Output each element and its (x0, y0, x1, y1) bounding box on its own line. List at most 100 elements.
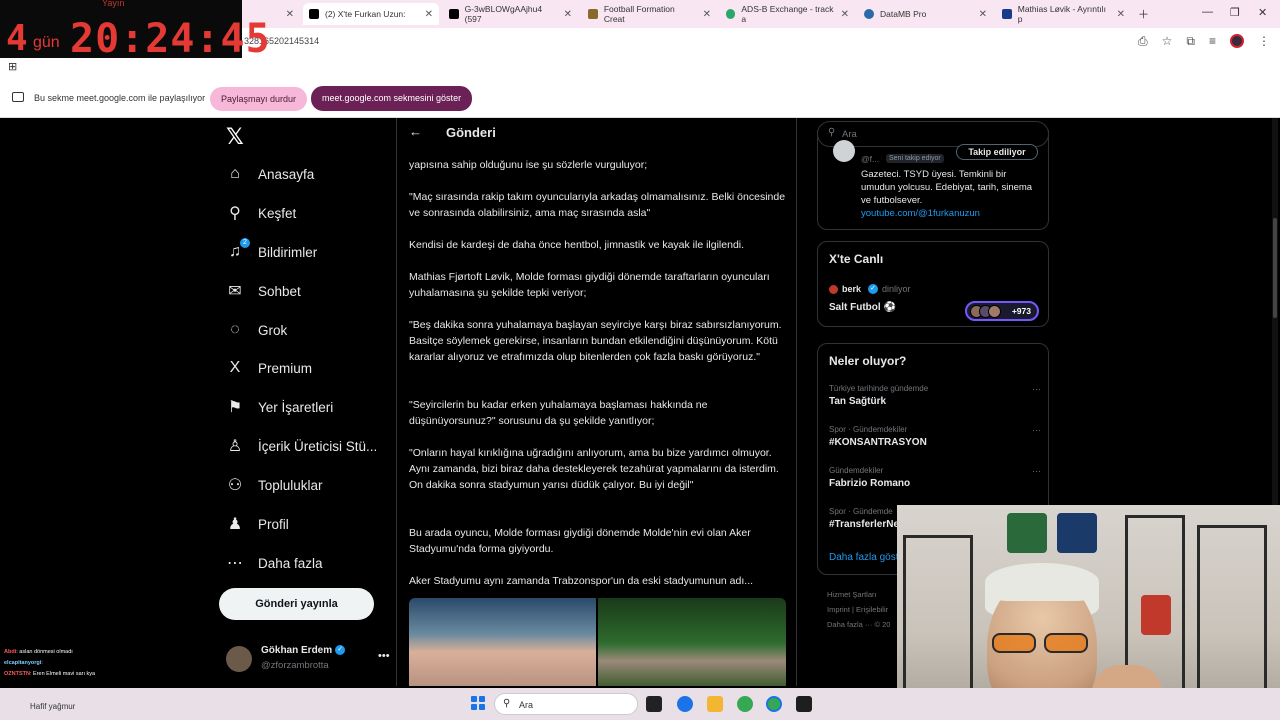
tab-label: G-3wBLOWgAAjhu4 (597 (464, 4, 543, 24)
nav-creator-studio[interactable]: ♙ İçerik Üreticisi Stü... (226, 431, 377, 461)
bookmark-star-icon[interactable]: ☆ (1162, 34, 1173, 49)
close-icon[interactable]: ✕ (703, 9, 711, 20)
post-button[interactable]: Gönderi yayınla (219, 588, 374, 620)
trend-item[interactable]: Spor · Gündemdekiler #KONSANTRASYON ··· (829, 425, 1041, 448)
framed-jersey (1057, 513, 1097, 553)
post-image[interactable] (598, 598, 786, 686)
footer-link[interactable]: Hizmet Şartları (827, 590, 877, 599)
trend-item[interactable]: Gündemdekiler Fabrizio Romano ··· (829, 466, 1041, 489)
windows-start-icon[interactable] (471, 696, 485, 710)
taskbar-search-input[interactable]: ⚲ Ara (494, 693, 638, 715)
new-tab-icon[interactable]: ＋ (1138, 6, 1149, 22)
post-paragraph: "Maç sırasında rakip takım oyuncularıyla… (409, 191, 786, 219)
tab-image[interactable]: G-3wBLOWgAAjhu4 (597 ✕ (443, 3, 578, 25)
tab-football-formation[interactable]: Football Formation Creat ✕ (582, 3, 717, 25)
chrome-icon[interactable] (737, 696, 753, 712)
nav-label: Grok (258, 322, 288, 338)
chrome-active-icon[interactable] (766, 696, 782, 712)
nav-explore[interactable]: ⚲ Keşfet (226, 198, 296, 228)
grok-icon: ◌ (230, 321, 240, 338)
minimize-icon[interactable]: — (1202, 6, 1213, 18)
extensions-icon[interactable]: ⧉ (1186, 34, 1195, 49)
nav-profile[interactable]: ♟ Profil (226, 509, 289, 539)
windows-taskbar: Hafif yağmur ⚲ Ara (0, 688, 1280, 720)
tab-datamb[interactable]: DataMB Pro ✕ (858, 3, 993, 25)
stop-sharing-button[interactable]: Paylaşmayı durdur (210, 87, 308, 111)
close-icon[interactable]: ✕ (1117, 9, 1125, 20)
nav-notifications[interactable]: ♫ 2 Bildirimler (226, 237, 317, 267)
apps-grid-icon[interactable]: ⊞ (8, 60, 17, 73)
post-image[interactable] (409, 598, 596, 686)
close-icon[interactable]: ✕ (979, 9, 987, 20)
more-horizontal-icon[interactable]: ··· (1032, 425, 1041, 435)
maximize-icon[interactable]: ❐ (1230, 6, 1240, 19)
more-horizontal-icon[interactable]: ••• (378, 650, 390, 662)
footer-link[interactable]: Daha fazla ··· © 20 (827, 620, 890, 629)
trend-name: #KONSANTRASYON (829, 437, 927, 448)
scrollbar-thumb[interactable] (1273, 218, 1277, 318)
nav-premium[interactable]: X Premium (226, 353, 312, 383)
nav-more[interactable]: ⋯ Daha fazla (226, 548, 323, 578)
footer-link[interactable]: Imprint | Erişilebilir (827, 605, 888, 614)
profile-link[interactable]: youtube.com/@1furkanuzun (861, 208, 980, 219)
window-close-icon[interactable]: ✕ (1258, 6, 1267, 19)
edge-icon[interactable] (677, 696, 693, 712)
nav-label: Premium (258, 360, 313, 376)
menu-kebab-icon[interactable]: ⋮ (1258, 34, 1270, 49)
close-icon[interactable]: ✕ (841, 9, 849, 20)
space-listeners-pill[interactable]: +973 (965, 301, 1039, 321)
x-logo-icon[interactable]: 𝕏 (226, 124, 244, 150)
timer-days-label: gün (33, 34, 60, 51)
profile-handle: @f... (861, 154, 880, 164)
show-more-link[interactable]: Daha fazla göst (829, 552, 899, 563)
trend-name: Tan Sağtürk (829, 396, 887, 407)
more-horizontal-icon[interactable]: ··· (1032, 384, 1041, 394)
nav-grok[interactable]: ◌ Grok (226, 315, 287, 345)
space-title[interactable]: Salt Futbol ⚽ (829, 302, 896, 313)
tab-mathias-lovik[interactable]: Mathias Løvik - Ayrıntılı p ✕ (996, 3, 1131, 25)
account-handle: @zforzambrotta (261, 660, 329, 671)
profile-avatar[interactable] (1230, 34, 1244, 48)
media-icon[interactable]: ≡ (1209, 34, 1216, 49)
tab-x-post[interactable]: (2) X'te Furkan Uzun: ✕ (303, 3, 439, 25)
more-horizontal-icon[interactable]: ··· (1032, 466, 1041, 476)
close-icon[interactable]: ✕ (564, 9, 572, 20)
live-title: X'te Canlı (829, 252, 884, 266)
profile-bio: Gazeteci. TSYD üyesi. Temkinli bir umudu… (861, 169, 1033, 219)
creator-icon: ♙ (227, 438, 243, 455)
bookmark-icon: ⚑ (227, 399, 243, 416)
shelf (903, 535, 973, 705)
trend-item[interactable]: Türkiye tarihinde gündemde Tan Sağtürk ·… (829, 384, 1041, 407)
profile-hover-card: @f... Seni takip ediyor Takip ediliyor G… (817, 130, 1049, 230)
back-arrow-icon[interactable]: ← (409, 124, 422, 139)
nav-home[interactable]: ⌂ Anasayfa (226, 159, 314, 189)
screen-share-icon (12, 92, 24, 102)
show-meet-tab-button[interactable]: meet.google.com sekmesini göster (311, 86, 473, 111)
nav-label: Profil (258, 516, 289, 532)
address-toolbar: ⎙ ☆ ⧉ ≡ ⋮ (1138, 34, 1270, 49)
site-favicon-icon (1002, 9, 1012, 19)
nav-bookmarks[interactable]: ⚑ Yer İşaretleri (226, 392, 333, 422)
nav-label: İçerik Üreticisi Stü... (258, 438, 378, 454)
task-view-icon[interactable] (646, 696, 662, 712)
tab-adsb[interactable]: ADS-B Exchange - track a ✕ (720, 3, 855, 25)
formation-favicon-icon (588, 9, 598, 19)
close-icon[interactable]: ✕ (286, 9, 294, 20)
app-icon[interactable] (796, 696, 812, 712)
weather-widget[interactable]: Hafif yağmur (30, 702, 75, 711)
close-icon[interactable]: ✕ (425, 9, 433, 20)
search-icon: ⚲ (503, 698, 511, 709)
install-icon[interactable]: ⎙ (1138, 34, 1148, 49)
nav-communities[interactable]: ⚇ Topluluklar (226, 470, 323, 500)
verified-icon: ✓ (335, 645, 346, 656)
following-button[interactable]: Takip ediliyor (956, 144, 1038, 160)
file-explorer-icon[interactable] (707, 696, 723, 712)
taskbar-search-placeholder: Ara (519, 700, 534, 710)
avatar (833, 140, 855, 162)
tab-label: Mathias Løvik - Ayrıntılı p (1017, 4, 1106, 24)
chat-message: Abdi: aslan dönmesi olmadı (4, 649, 73, 655)
share-message: Bu sekme meet.google.com ile paylaşılıyo… (34, 93, 206, 103)
chat-message: elcapitanyorgi: (4, 660, 43, 666)
nav-messages[interactable]: ✉ Sohbet (226, 276, 301, 306)
trends-title: Neler oluyor? (829, 354, 907, 368)
